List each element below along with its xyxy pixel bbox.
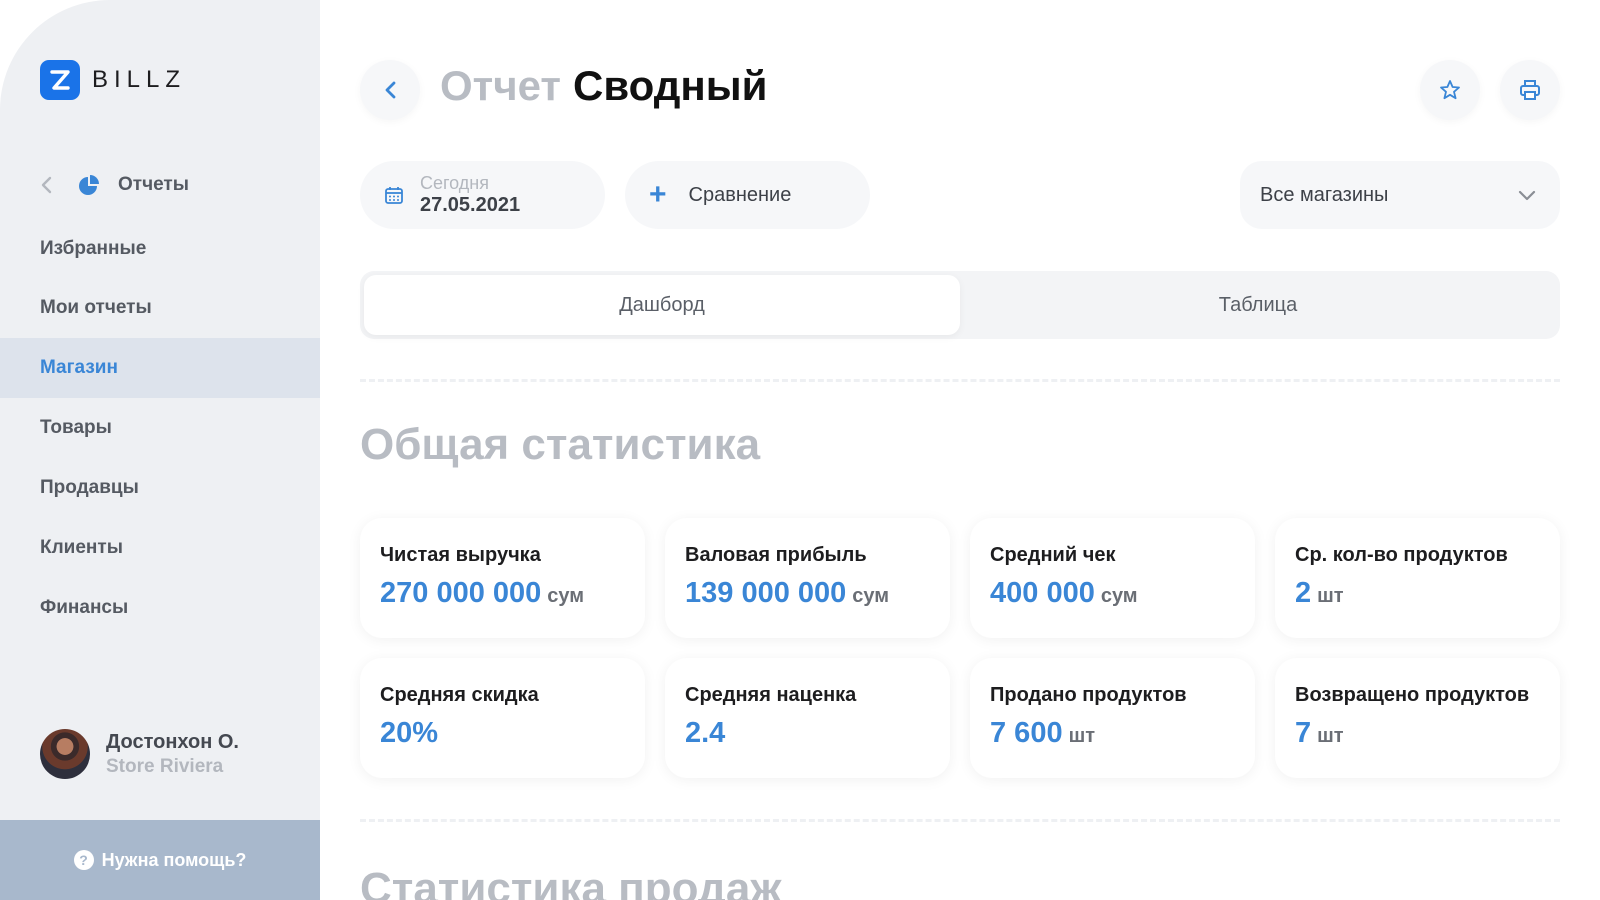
stat-unit: шт — [1317, 725, 1344, 747]
user-name: Достонхон О. — [106, 730, 239, 753]
back-button[interactable] — [360, 60, 420, 120]
page-title-prefix: Отчет — [440, 62, 561, 109]
date-picker[interactable]: Сегодня 27.05.2021 — [360, 161, 605, 229]
printer-icon — [1520, 80, 1540, 100]
stat-label: Возвращено продуктов — [1295, 684, 1530, 706]
help-label: Нужна помощь? — [101, 849, 247, 870]
stat-value: 7 — [1295, 717, 1312, 749]
stat-label: Средний чек — [990, 544, 1116, 566]
brand-name: BILLZ — [92, 66, 187, 93]
stat-unit: сум — [547, 585, 585, 607]
sidebar-reports-header[interactable]: Отчеты — [40, 174, 189, 196]
back-icon — [385, 81, 396, 99]
favorite-button[interactable] — [1420, 60, 1480, 120]
view-tabs: Дашборд Таблица — [360, 271, 1560, 339]
section-divider — [360, 379, 1560, 382]
print-button[interactable] — [1500, 60, 1560, 120]
user-profile[interactable]: Достонхон О. Store Riviera — [40, 729, 239, 779]
help-button[interactable]: ? Нужна помощь? — [0, 820, 320, 900]
sidebar-item-my-reports[interactable]: Мои отчеты — [0, 278, 320, 338]
section-divider — [360, 819, 1560, 822]
stat-unit: шт — [1068, 725, 1096, 747]
question-icon: ? — [73, 850, 94, 870]
compare-button[interactable]: + Сравнение — [625, 161, 870, 229]
pie-chart-icon — [78, 174, 100, 196]
calendar-icon — [385, 187, 403, 204]
user-store: Store Riviera — [106, 755, 224, 777]
main-content: Отчет Сводный Сегодня 27.05.2021 + Сравне — [360, 0, 1560, 900]
compare-label: Сравнение — [688, 183, 792, 206]
chevron-down-icon — [1518, 190, 1536, 201]
logo[interactable]: BILLZ — [40, 60, 186, 100]
stat-card-avg-discount: Средняя скидка 20% — [360, 658, 645, 778]
tab-table[interactable]: Таблица — [960, 275, 1556, 335]
stat-value: 270 000 000 — [380, 577, 542, 609]
stat-label: Средняя наценка — [685, 684, 857, 706]
stat-card-avg-products: Ср. кол-во продуктов 2 шт — [1275, 518, 1560, 638]
sidebar-reports-label: Отчеты — [118, 174, 189, 195]
sidebar-item-products[interactable]: Товары — [0, 398, 320, 458]
page-title: Отчет Сводный — [440, 62, 767, 110]
stat-card-average-check: Средний чек 400 000 сум — [970, 518, 1255, 638]
chevron-left-icon[interactable] — [40, 175, 54, 195]
stat-label: Продано продуктов — [990, 684, 1187, 706]
stat-unit: сум — [1100, 585, 1138, 607]
stat-card-products-returned: Возвращено продуктов 7 шт — [1275, 658, 1560, 778]
store-select[interactable]: Все магазины — [1240, 161, 1560, 229]
stat-value: 20% — [380, 717, 439, 749]
sidebar-item-store[interactable]: Магазин — [0, 338, 320, 398]
page-title-main: Сводный — [573, 62, 768, 109]
stat-value: 2 — [1295, 577, 1312, 609]
avatar — [40, 729, 90, 779]
star-icon — [1440, 80, 1460, 100]
stat-label: Валовая прибыль — [685, 544, 867, 566]
sidebar-item-finance[interactable]: Финансы — [0, 578, 320, 638]
section-title-sales: Статистика продаж — [360, 864, 782, 900]
store-select-value: Все магазины — [1260, 183, 1389, 206]
sidebar-item-favorites[interactable]: Избранные — [0, 219, 320, 279]
stat-value: 400 000 — [990, 577, 1095, 609]
stat-value: 139 000 000 — [685, 577, 847, 609]
stat-unit: шт — [1317, 585, 1344, 607]
stat-card-products-sold: Продано продуктов 7 600 шт — [970, 658, 1255, 778]
stat-unit: сум — [852, 585, 890, 607]
stat-value: 2.4 — [685, 717, 726, 749]
date-label: Сегодня — [420, 173, 489, 194]
tab-dashboard[interactable]: Дашборд — [364, 275, 960, 335]
sidebar-item-sellers[interactable]: Продавцы — [0, 458, 320, 518]
stat-value: 7 600 — [990, 717, 1063, 749]
section-title-general: Общая статистика — [360, 420, 761, 469]
stat-label: Чистая выручка — [380, 544, 541, 566]
stat-label: Ср. кол-во продуктов — [1295, 544, 1508, 566]
sidebar: BILLZ Отчеты Избранные Мои отчеты Магази… — [0, 0, 320, 900]
logo-z-icon — [50, 70, 70, 90]
stat-card-net-revenue: Чистая выручка 270 000 000 сум — [360, 518, 645, 638]
date-value: 27.05.2021 — [420, 193, 521, 216]
sidebar-item-clients[interactable]: Клиенты — [0, 518, 320, 578]
stat-card-gross-profit: Валовая прибыль 139 000 000 сум — [665, 518, 950, 638]
logo-mark — [40, 60, 80, 100]
stat-card-avg-markup: Средняя наценка 2.4 — [665, 658, 950, 778]
stat-label: Средняя скидка — [380, 684, 539, 706]
plus-icon: + — [649, 178, 667, 211]
